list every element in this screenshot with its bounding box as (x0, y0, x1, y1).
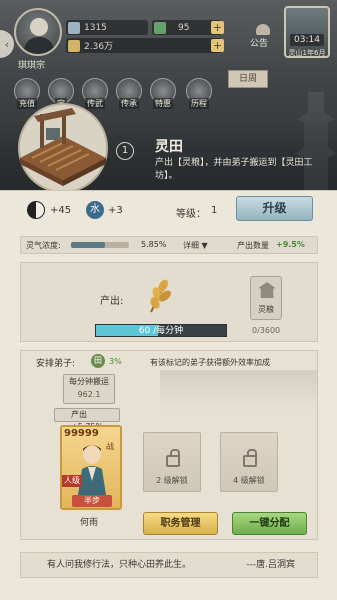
card-rank: 人级 (62, 475, 82, 487)
detail-dropdown[interactable]: 详细 ▼ (183, 240, 208, 251)
date-text: 灵山1年6月 (288, 49, 326, 57)
avatar-body (24, 37, 54, 54)
wheat-icon (150, 279, 171, 313)
level-value: 1 (211, 205, 218, 216)
concentration-percent: 5.85% (141, 240, 167, 249)
auto-assign-button[interactable]: 一键分配 (232, 512, 307, 535)
water-element-icon: 水 (86, 201, 104, 219)
quote-box: 有人问我修行法，只种心田养此生。 ---唐.吕洞宾 (20, 552, 318, 578)
nav-special[interactable]: 特惠 (150, 78, 176, 109)
yin-yang-value: +45 (50, 205, 72, 216)
avatar-head (30, 18, 48, 36)
slot-1-label: 2 级解锁 (156, 476, 188, 485)
money-value: 2.36万 (84, 42, 114, 52)
carry-rate-value: 962.1 (77, 390, 101, 399)
field-illustration (18, 103, 108, 193)
upgrade-button[interactable]: 升级 (236, 196, 313, 221)
building-level-badge: 1 (116, 142, 134, 160)
card-side-label: 战 (106, 442, 114, 451)
manage-duty-button[interactable]: 职务管理 (143, 512, 218, 535)
lock-icon (166, 449, 180, 467)
avatar[interactable] (14, 8, 62, 56)
locked-slot-2[interactable]: 4 级解锁 (220, 432, 278, 492)
stone-resource: 1315 (66, 20, 148, 35)
production-rate: 60 /每分钟 (138, 326, 184, 336)
output-count-label: 产出数量 (237, 241, 269, 250)
chevron-left-icon: ‹ (4, 37, 10, 51)
storage-count: 0/3600 (252, 326, 281, 335)
announce-button[interactable]: 公告 (246, 24, 280, 49)
add-jade-button[interactable]: + (211, 21, 224, 34)
clock-text: 03:14 (290, 34, 324, 46)
warehouse-icon (258, 282, 276, 298)
weekly-flag[interactable]: 日周 (228, 70, 268, 88)
money-resource: 2.36万 + (66, 38, 224, 53)
carry-rate-tag: 每分钟搬运 962.1 (63, 374, 115, 404)
storage-box[interactable]: 灵粮 (250, 276, 282, 320)
concentration-row: 灵气浓度: 5.85% 详细 ▼ 产出数量 +9.5% (20, 236, 318, 254)
building-title: 灵田 (155, 139, 183, 155)
concentration-fill (71, 242, 105, 248)
building-description: 产出【灵粮】，并由弟子搬运到【灵田工坊】。 (155, 158, 313, 181)
flag-label: 日周 (238, 74, 257, 84)
arrange-label: 安排弟子: (36, 359, 76, 369)
slot-2-label: 4 级解锁 (233, 476, 265, 485)
production-label: 产出: (100, 296, 124, 307)
quote-text: 有人问我修行法，只种心田养此生。 (47, 560, 192, 570)
concentration-label: 灵气浓度: (26, 241, 61, 250)
field-mark-badge: 田 (91, 354, 105, 368)
quote-author: ---唐.吕洞宾 (246, 560, 295, 570)
disciples-decor (160, 370, 318, 410)
output-bonus-tag: 产出+5.75% (54, 408, 120, 431)
jade-resource: 95 + (152, 20, 224, 35)
concentration-bar (71, 242, 129, 248)
disciple-card[interactable]: 99999 人级 半步 战 (60, 425, 122, 510)
disciple-name: 何雨 (80, 518, 99, 528)
calendar-badge[interactable]: 03:14 灵山1年6月 (284, 6, 330, 58)
jade-icon (154, 21, 166, 34)
locked-slot-1[interactable]: 2 级解锁 (143, 432, 201, 492)
spirit-stone-icon (68, 21, 80, 34)
lock-icon (243, 449, 257, 467)
carry-rate-title: 每分钟搬运 (69, 377, 109, 386)
stone-value: 1315 (84, 22, 107, 33)
card-state: 半步 (72, 495, 112, 507)
level-label: 等级： (176, 209, 206, 220)
nav-inherit[interactable]: 传承 (116, 78, 142, 109)
bonus-percent: 3% (109, 357, 122, 366)
card-stars: 99999 (64, 428, 99, 439)
yin-yang-icon (27, 201, 45, 219)
production-progress: 60 /每分钟 (95, 324, 227, 337)
storage-label: 灵粮 (258, 305, 274, 314)
coin-icon (68, 39, 80, 52)
bonus-hint: 有该标记的弟子获得额外效率加成 (150, 358, 270, 367)
nav-history[interactable]: 历程 (186, 78, 212, 109)
water-value: +3 (108, 205, 123, 216)
announce-label: 公告 (250, 39, 269, 49)
add-money-button[interactable]: + (211, 39, 224, 52)
bell-icon (256, 24, 270, 35)
output-count-value: +9.5% (276, 240, 305, 249)
sect-name: 琪琪宗 (18, 61, 46, 71)
jade-value: 95 (178, 22, 190, 33)
